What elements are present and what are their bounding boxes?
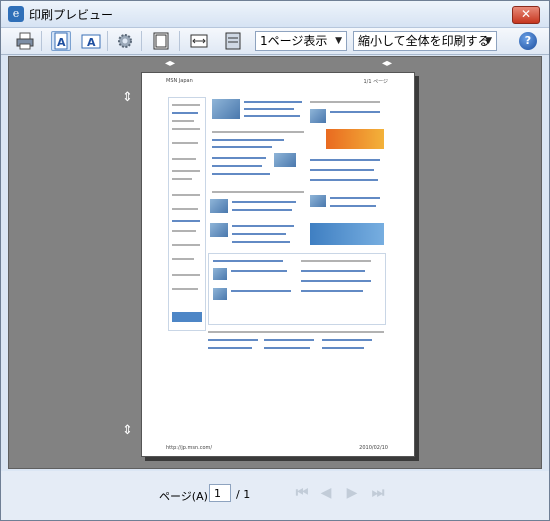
header-footer-icon	[153, 32, 169, 50]
first-page-button[interactable]: ⏮	[293, 484, 311, 502]
full-width-icon	[190, 34, 208, 48]
help-icon: ?	[524, 34, 532, 47]
right-margin-handle[interactable]: ◂▸	[382, 58, 392, 69]
page-header-right: 1/1 ページ	[363, 79, 388, 85]
last-page-button[interactable]: ⏭	[369, 484, 387, 502]
landscape-button[interactable]: A	[81, 31, 101, 51]
page-lower-section	[208, 253, 386, 325]
settings-icon	[118, 34, 132, 48]
close-button[interactable]: ✕	[512, 6, 540, 24]
chevron-down-icon: ▼	[335, 36, 342, 46]
pages-per-view-select[interactable]: 1ページ表示 ▼	[255, 31, 347, 51]
preview-area: ◂▸ ◂▸ ⇕ ⇕ MSN Japan 1/1 ページ http://jp.ms…	[8, 56, 542, 469]
page-left-column	[168, 97, 206, 331]
previous-page-button[interactable]: ◀	[317, 484, 335, 502]
print-scale-select[interactable]: 縮小して全体を印刷する ▼	[353, 31, 497, 51]
page-footer-left: http://jp.msn.com/	[166, 445, 213, 451]
full-width-button[interactable]	[189, 31, 209, 51]
print-scale-value: 縮小して全体を印刷する	[358, 34, 490, 48]
page-number-input[interactable]: 1	[209, 484, 231, 502]
top-margin-handle[interactable]: ⇕	[122, 90, 133, 105]
preview-page: MSN Japan 1/1 ページ http://jp.msn.com/ 201…	[141, 72, 415, 457]
portrait-button[interactable]: A	[51, 31, 71, 51]
ie-icon: e	[8, 6, 24, 22]
first-page-icon: ⏮	[295, 485, 309, 501]
portrait-icon: A	[54, 32, 68, 50]
last-page-icon: ⏭	[371, 485, 385, 501]
page-footer-right: 2010/02/10	[359, 445, 388, 451]
full-page-button[interactable]	[223, 31, 243, 51]
toolbar: A A 1ページ表示 ▼ 縮小して全体を印刷する ▼ ?	[1, 28, 549, 55]
next-page-button[interactable]: ▶	[343, 484, 361, 502]
header-footer-button[interactable]	[151, 31, 171, 51]
help-button[interactable]: ?	[519, 32, 537, 50]
navigation-bar: ページ(A) 1 / 1 ⏮ ◀ ▶ ⏭	[1, 471, 549, 520]
arrow-right-icon: ▶	[346, 485, 358, 501]
print-preview-window: e 印刷プレビュー ✕ A A 1ページ表示 ▼ 縮小して全体を印刷する ▼ ?…	[0, 0, 550, 521]
print-button[interactable]	[15, 31, 35, 51]
svg-text:A: A	[87, 36, 96, 49]
page-label: ページ(A)	[159, 490, 208, 503]
landscape-icon: A	[81, 34, 101, 49]
svg-text:A: A	[57, 36, 66, 49]
window-title: 印刷プレビュー	[29, 8, 114, 22]
arrow-left-icon: ◀	[320, 485, 332, 501]
pages-per-view-value: 1ページ表示	[260, 34, 328, 48]
print-icon	[16, 32, 34, 50]
chevron-down-icon: ▼	[485, 36, 492, 46]
title-bar: e 印刷プレビュー ✕	[1, 1, 549, 28]
full-page-icon	[225, 32, 241, 50]
page-header-left: MSN Japan	[166, 78, 193, 84]
bottom-margin-handle[interactable]: ⇕	[122, 423, 133, 438]
page-total: / 1	[236, 488, 251, 501]
left-margin-handle[interactable]: ◂▸	[165, 58, 175, 69]
page-setup-button[interactable]	[115, 31, 135, 51]
